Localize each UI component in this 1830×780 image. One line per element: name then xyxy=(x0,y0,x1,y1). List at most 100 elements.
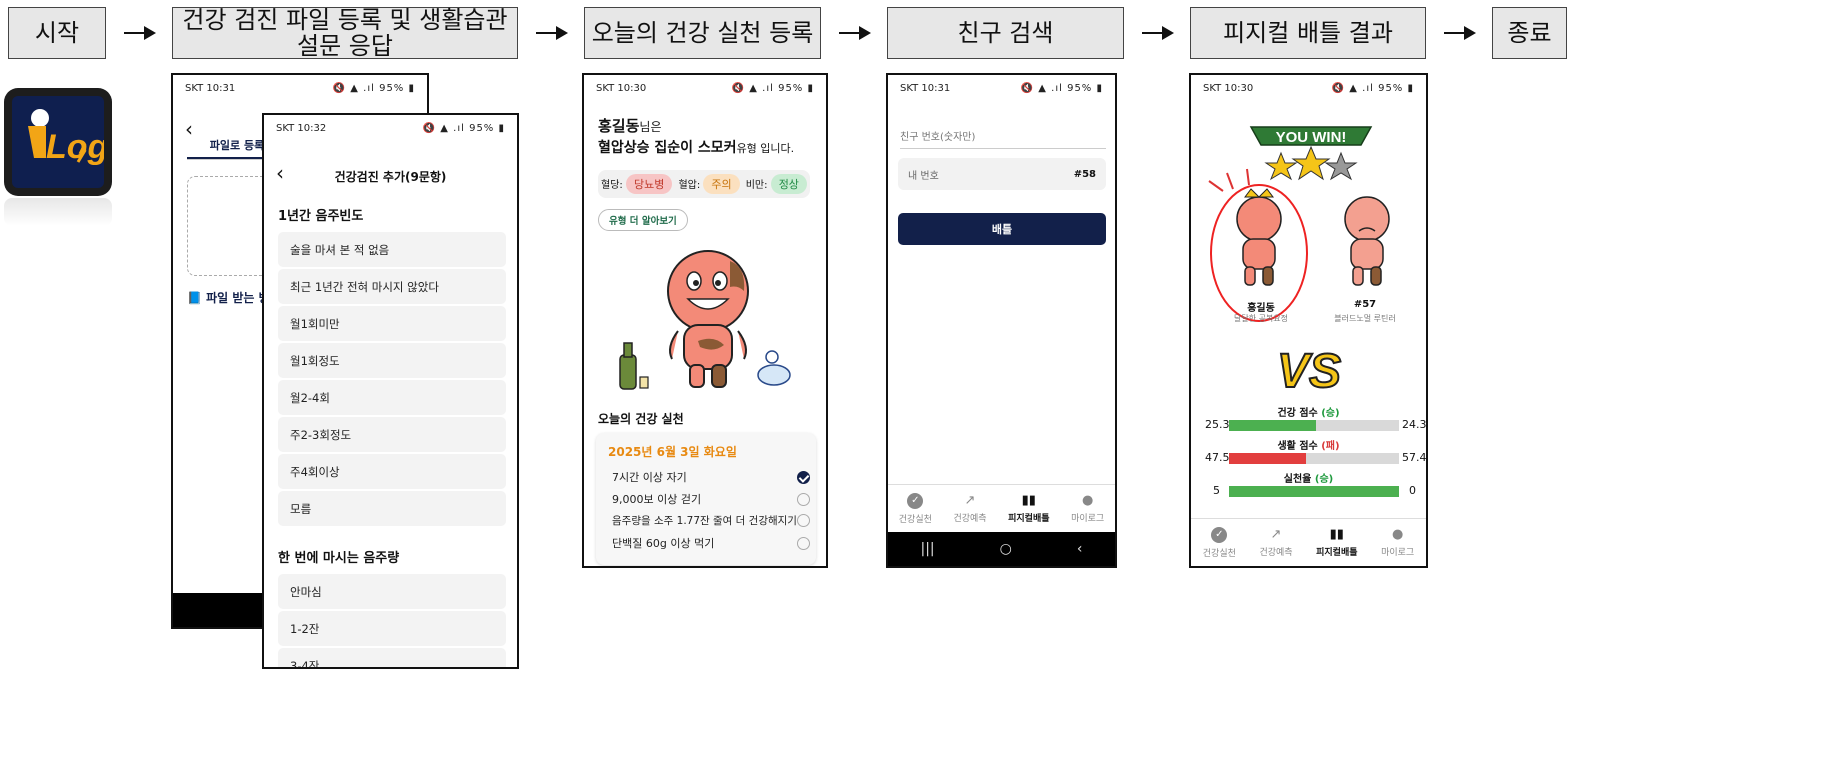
back-icon[interactable]: ‹ xyxy=(1077,541,1083,557)
screen-battle-result: SKT 10:30 🔇 ▲ .ıl 95% ▮ YOU WIN! VS 홍길동 xyxy=(1189,73,1428,568)
q1-option[interactable]: 주4회이상 xyxy=(278,454,506,489)
unchecked-icon[interactable] xyxy=(797,536,810,550)
tab-health-forecast[interactable]: ↗ 건강예측 xyxy=(1259,527,1292,558)
loser-character-icon xyxy=(1344,196,1390,286)
smoke-icon xyxy=(757,350,791,386)
bottle-icon xyxy=(619,342,649,390)
flow-step-2: 오늘의 건강 실천 등록 xyxy=(584,7,821,59)
q1-option[interactable]: 월1회미만 xyxy=(278,306,506,341)
win-banner-text: YOU WIN! xyxy=(1276,129,1347,146)
task-protein[interactable]: 단백질 60g 이상 먹기 xyxy=(612,535,810,551)
metric-badge: 당뇨병 xyxy=(626,174,673,194)
tab-health-practice[interactable]: ✓ 건강실천 xyxy=(899,492,932,525)
survey-title: 건강검진 추가(9문항) xyxy=(334,170,447,184)
health-metrics-row: 혈당: 당뇨병 혈압: 주의 비만: 정상 xyxy=(598,170,810,198)
status-icons: 🔇 ▲ .ıl 95% ▮ xyxy=(422,122,505,134)
score-practice-right: 0 xyxy=(1409,484,1416,497)
status-time: SKT 10:30 xyxy=(1203,82,1254,94)
status-bar: SKT 10:32 🔇 ▲ .ıl 95% ▮ xyxy=(264,115,517,141)
score-life-bar xyxy=(1229,453,1399,464)
bottom-tab-bar: ✓ 건강실천 ↗ 건강예측 ▮▮ 피지컬배틀 ● 마이로그 xyxy=(1191,518,1426,566)
recent-apps-icon[interactable]: ||| xyxy=(921,541,935,557)
screen-health-survey: SKT 10:32 🔇 ▲ .ıl 95% ▮ ‹ 건강검진 추가(9문항) 1… xyxy=(262,113,519,669)
q1-option[interactable]: 술을 마셔 본 적 없음 xyxy=(278,232,506,267)
status-time: SKT 10:31 xyxy=(900,82,951,94)
q1-option[interactable]: 모름 xyxy=(278,491,506,526)
bottom-tab-bar: ✓ 건강실천 ↗ 건강예측 ▮▮ 피지컬배틀 ● 마이로그 xyxy=(888,484,1115,532)
flow-step-2-label: 오늘의 건강 실천 등록 xyxy=(591,19,814,47)
q2-option[interactable]: 1-2잔 xyxy=(278,611,506,646)
unchecked-icon[interactable] xyxy=(797,514,810,527)
flow-step-4: 피지컬 배틀 결과 xyxy=(1190,7,1426,59)
q1-option[interactable]: 월1회정도 xyxy=(278,343,506,378)
status-bar: SKT 10:31 🔇 ▲ .ıl 95% ▮ xyxy=(173,75,427,101)
tab-physical-battle[interactable]: ▮▮ 피지컬배틀 xyxy=(1316,527,1357,558)
name-suffix: 님은 xyxy=(639,120,662,134)
score-practice-bar xyxy=(1229,486,1399,497)
task-walk[interactable]: 9,000보 이상 걷기 xyxy=(612,491,810,507)
player2-type: 블러드노멀 루틴러 xyxy=(1334,314,1396,323)
task-alcohol[interactable]: 음주량을 소주 1.77잔 줄여 더 건강해지기 xyxy=(612,513,810,528)
score-life-fill xyxy=(1229,453,1306,464)
trend-icon: ↗ xyxy=(1270,527,1282,542)
my-number-label: 내 번호 xyxy=(908,170,939,182)
status-time: SKT 10:30 xyxy=(596,82,647,94)
user-icon: ● xyxy=(1391,527,1404,542)
home-icon[interactable]: ○ xyxy=(1000,541,1012,557)
flow-start: 시작 xyxy=(8,7,106,59)
task-sleep[interactable]: 7시간 이상 자기 xyxy=(612,469,810,485)
tab-health-forecast[interactable]: ↗ 건강예측 xyxy=(953,493,986,524)
task-label: 단백질 60g 이상 먹기 xyxy=(612,537,715,550)
metric-badge: 정상 xyxy=(770,174,807,194)
tab-health-practice[interactable]: ✓ 건강실천 xyxy=(1203,526,1236,559)
file-help-link[interactable]: 📘 파일 받는 방 xyxy=(187,289,270,306)
score-health-bar xyxy=(1229,420,1399,431)
checked-icon[interactable] xyxy=(797,470,810,484)
user-greeting: 홍길동님은 xyxy=(598,115,662,136)
practice-card: 2025년 6월 3일 화요일 7시간 이상 자기 9,000보 이상 걷기 음… xyxy=(596,433,816,565)
unchecked-icon[interactable] xyxy=(797,492,810,506)
flow-step-3-label: 친구 검색 xyxy=(957,19,1054,47)
q1-option[interactable]: 주2-3회정도 xyxy=(278,417,506,452)
friend-number-input[interactable] xyxy=(900,127,1106,149)
winner-character-icon xyxy=(1236,188,1282,286)
check-circle-icon: ✓ xyxy=(907,492,924,509)
player1-name: 홍길동 xyxy=(1247,303,1275,314)
my-number-value: #58 xyxy=(1073,168,1096,180)
metric-obesity: 비만: 정상 xyxy=(746,174,807,194)
flow-step-1-label: 건강 검진 파일 등록 및 생활습관 설문 응답 xyxy=(182,6,508,60)
trend-icon: ↗ xyxy=(964,493,976,508)
score-practice-title: 실천율 (승) xyxy=(1283,474,1334,485)
flow-step-1: 건강 검진 파일 등록 및 생활습관 설문 응답 xyxy=(172,7,518,59)
score-life-right: 57.4 xyxy=(1402,451,1427,464)
flow-arrow xyxy=(1444,26,1476,40)
status-bar: SKT 10:30 🔇 ▲ .ıl 95% ▮ xyxy=(1191,75,1426,101)
practice-date: 2025년 6월 3일 화요일 xyxy=(608,445,737,459)
status-bar: SKT 10:30 🔇 ▲ .ıl 95% ▮ xyxy=(584,75,826,101)
battle-button[interactable]: 배틀 xyxy=(898,213,1106,245)
screen-daily-practice: SKT 10:30 🔇 ▲ .ıl 95% ▮ 홍길동님은 혈압상승 집순이 스… xyxy=(582,73,828,568)
score-health-fill xyxy=(1229,420,1316,431)
win-banner-illustration: YOU WIN! VS xyxy=(1208,126,1390,399)
tab-my-log[interactable]: ● 마이로그 xyxy=(1071,493,1104,524)
flow-arrow xyxy=(536,26,568,40)
q2-option[interactable]: 3-4잔 xyxy=(278,648,506,667)
app-icon: Log xyxy=(4,88,112,196)
type-suffix: 유형 입니다. xyxy=(736,142,795,155)
app-icon-reflection xyxy=(4,198,112,226)
q1-option[interactable]: 월2-4회 xyxy=(278,380,506,415)
vs-text: VS xyxy=(1277,345,1341,398)
more-type-button[interactable]: 유형 더 알아보기 xyxy=(598,209,688,231)
flow-arrow xyxy=(1142,26,1174,40)
flow-end-label: 종료 xyxy=(1507,19,1552,47)
practice-section-title: 오늘의 건강 실천 xyxy=(598,412,684,426)
score-health-left: 25.3 xyxy=(1205,418,1230,431)
question-1-title: 1년간 음주빈도 xyxy=(278,209,364,224)
tab-physical-battle[interactable]: ▮▮ 피지컬배틀 xyxy=(1008,493,1049,524)
status-icons: 🔇 ▲ .ıl 95% ▮ xyxy=(731,82,814,94)
status-icons: 🔇 ▲ .ıl 95% ▮ xyxy=(1020,82,1103,94)
user-type: 혈압상승 집순이 스모커유형 입니다. xyxy=(598,137,794,157)
q1-option[interactable]: 최근 1년간 전혀 마시지 않았다 xyxy=(278,269,506,304)
tab-my-log[interactable]: ● 마이로그 xyxy=(1381,527,1414,558)
q2-option[interactable]: 안마심 xyxy=(278,574,506,609)
